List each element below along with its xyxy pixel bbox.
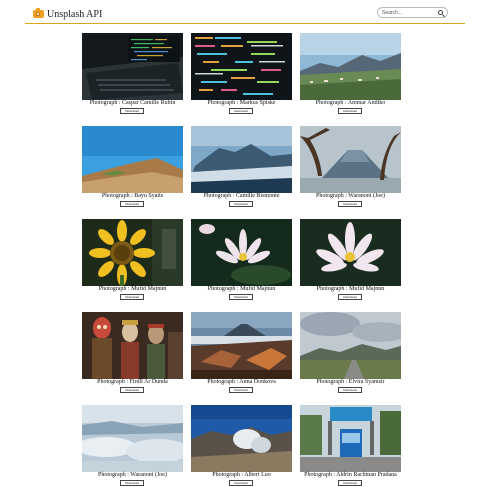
photo-grid: Photograph : Caspar Camille Rubin Downlo… xyxy=(82,33,402,487)
photo-card: Photograph : Waranont (Joe) Download xyxy=(82,405,183,487)
download-button[interactable]: Download xyxy=(120,387,144,393)
download-label: Download xyxy=(343,295,357,299)
photo-credit: Photograph : Camille Bismonte xyxy=(203,193,280,199)
download-label: Download xyxy=(234,481,248,485)
search-input[interactable] xyxy=(382,8,436,17)
photo-card: Photograph : Mufid Majnun Download xyxy=(82,219,183,301)
download-button[interactable]: Download xyxy=(120,294,144,300)
photo-credit: Photograph : Mufid Majnun xyxy=(316,286,385,292)
download-button[interactable]: Download xyxy=(229,294,253,300)
photo-street-bus[interactable] xyxy=(300,405,401,472)
photo-sea-of-clouds[interactable] xyxy=(82,405,183,472)
photo-sky-hill[interactable] xyxy=(82,126,183,193)
download-label: Download xyxy=(125,481,139,485)
photo-laptop-code[interactable] xyxy=(82,33,183,100)
photo-code-screen[interactable] xyxy=(191,33,292,100)
photo-bromo-sunrise[interactable] xyxy=(191,312,292,379)
photo-card: Photograph : Firdll Ar Dunda Download xyxy=(82,312,183,394)
photo-lotus[interactable] xyxy=(191,219,292,286)
photo-credit: Photograph : Bayu Syaits xyxy=(101,193,164,199)
download-button[interactable]: Download xyxy=(229,201,253,207)
photo-credit: Photograph : Mufid Majnun xyxy=(98,286,167,292)
download-label: Download xyxy=(343,202,357,206)
photo-credit: Photograph : Aldrin Rachman Pradana xyxy=(304,472,397,478)
photo-card: Photograph : Bayu Syaits Download xyxy=(82,126,183,208)
photo-credit: Photograph : Markus Spiske xyxy=(207,100,276,106)
download-label: Download xyxy=(125,388,139,392)
photo-card: Photograph : Markus Spiske Download xyxy=(191,33,292,115)
photo-credit: Photograph : Caspar Camille Rubin xyxy=(89,100,176,106)
photo-mountain-town[interactable] xyxy=(300,33,401,100)
download-button[interactable]: Download xyxy=(120,108,144,114)
photo-credit: Photograph : Ammar Andiko xyxy=(315,100,386,106)
download-label: Download xyxy=(234,388,248,392)
camera-icon xyxy=(33,8,44,18)
photo-cloudy-road[interactable] xyxy=(300,312,401,379)
photo-crater-steam[interactable] xyxy=(191,405,292,472)
app-title: Unsplash API xyxy=(47,8,103,20)
photo-card: Photograph : Mufid Majnun Download xyxy=(191,219,292,301)
brand[interactable]: Unsplash API xyxy=(33,7,102,21)
download-label: Download xyxy=(125,109,139,113)
photo-card: Photograph : Waranont (Joe) Download xyxy=(300,126,401,208)
download-label: Download xyxy=(234,295,248,299)
photo-card: Photograph : Ammar Andiko Download xyxy=(300,33,401,115)
photo-wooden-puppets[interactable] xyxy=(82,312,183,379)
search-icon[interactable] xyxy=(438,10,443,15)
photo-card: Photograph : Camille Bismonte Download xyxy=(191,126,292,208)
photo-credit: Photograph : Anna Donkova xyxy=(207,379,276,385)
download-button[interactable]: Download xyxy=(338,108,362,114)
photo-credit: Photograph : Elvira Syamsir xyxy=(316,379,385,385)
photo-card: Photograph : Albert Luo Download xyxy=(191,405,292,487)
photo-card: Photograph : Mufid Majnun Download xyxy=(300,219,401,301)
download-button[interactable]: Download xyxy=(120,201,144,207)
download-label: Download xyxy=(125,295,139,299)
download-button[interactable]: Download xyxy=(229,387,253,393)
download-button[interactable]: Download xyxy=(338,294,362,300)
photo-misty-volcano[interactable] xyxy=(191,126,292,193)
photo-card: Photograph : Anna Donkova Download xyxy=(191,312,292,394)
download-label: Download xyxy=(343,388,357,392)
photo-lotus-close[interactable] xyxy=(300,219,401,286)
download-label: Download xyxy=(125,202,139,206)
download-button[interactable]: Download xyxy=(229,108,253,114)
photo-card: Photograph : Aldrin Rachman Pradana Down… xyxy=(300,405,401,487)
download-label: Download xyxy=(343,109,357,113)
download-label: Download xyxy=(234,109,248,113)
download-button[interactable]: Download xyxy=(338,387,362,393)
photo-credit: Photograph : Firdll Ar Dunda xyxy=(97,379,168,385)
download-label: Download xyxy=(343,481,357,485)
photo-credit: Photograph : Waranont (Joe) xyxy=(316,193,385,199)
photo-credit: Photograph : Albert Luo xyxy=(212,472,271,478)
photo-credit: Photograph : Waranont (Joe) xyxy=(98,472,167,478)
photo-card: Photograph : Elvira Syamsir Download xyxy=(300,312,401,394)
photo-sunflower[interactable] xyxy=(82,219,183,286)
photo-volcano-tree[interactable] xyxy=(300,126,401,193)
download-label: Download xyxy=(234,202,248,206)
photo-card: Photograph : Caspar Camille Rubin Downlo… xyxy=(82,33,183,115)
top-navbar: Unsplash API xyxy=(25,3,465,24)
search-box xyxy=(377,7,448,18)
photo-credit: Photograph : Mufid Majnun xyxy=(207,286,276,292)
download-button[interactable]: Download xyxy=(338,201,362,207)
